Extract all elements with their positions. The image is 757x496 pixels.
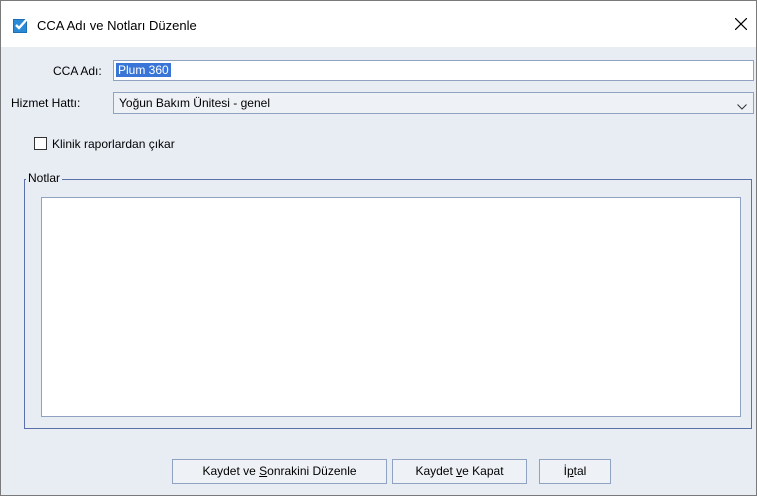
notes-textarea[interactable]: [41, 197, 741, 417]
cca-name-value: Plum 360: [116, 63, 171, 77]
save-next-label-post: onrakini Düzenle: [267, 464, 357, 478]
dialog-window: CCA Adı ve Notları Düzenle CCA Adı: Plum…: [0, 0, 757, 496]
save-next-mnemonic: S: [259, 464, 268, 478]
save-and-edit-next-button[interactable]: Kaydet ve Sonrakini Düzenle: [172, 459, 387, 484]
title-bar[interactable]: CCA Adı ve Notları Düzenle: [1, 1, 756, 47]
service-line-value: Yoğun Bakım Ünitesi - genel: [119, 96, 270, 110]
cancel-label-post: tal: [573, 464, 587, 478]
checkmark-icon: [13, 17, 29, 33]
notes-legend: Notlar: [26, 171, 63, 185]
save-and-close-button[interactable]: Kaydet ve Kapat: [392, 459, 527, 484]
cca-name-input[interactable]: Plum 360: [113, 60, 754, 81]
chevron-down-icon: [737, 99, 747, 113]
window-title: CCA Adı ve Notları Düzenle: [37, 18, 197, 33]
save-close-label-pre: Kaydet: [415, 464, 457, 478]
cca-name-label: CCA Adı:: [53, 64, 102, 78]
exclude-checkbox-label[interactable]: Klinik raporlardan çıkar: [52, 137, 175, 151]
exclude-checkbox[interactable]: [34, 137, 47, 150]
service-line-label: Hizmet Hattı:: [11, 96, 81, 110]
cancel-mnemonic: p: [566, 464, 574, 478]
save-next-label-pre: Kaydet ve: [202, 464, 260, 478]
save-close-label-post: e Kapat: [462, 464, 504, 478]
close-button[interactable]: [726, 9, 756, 39]
close-icon: [735, 18, 747, 30]
cancel-button[interactable]: İptal: [539, 459, 611, 484]
service-line-select[interactable]: Yoğun Bakım Ünitesi - genel: [113, 92, 754, 114]
